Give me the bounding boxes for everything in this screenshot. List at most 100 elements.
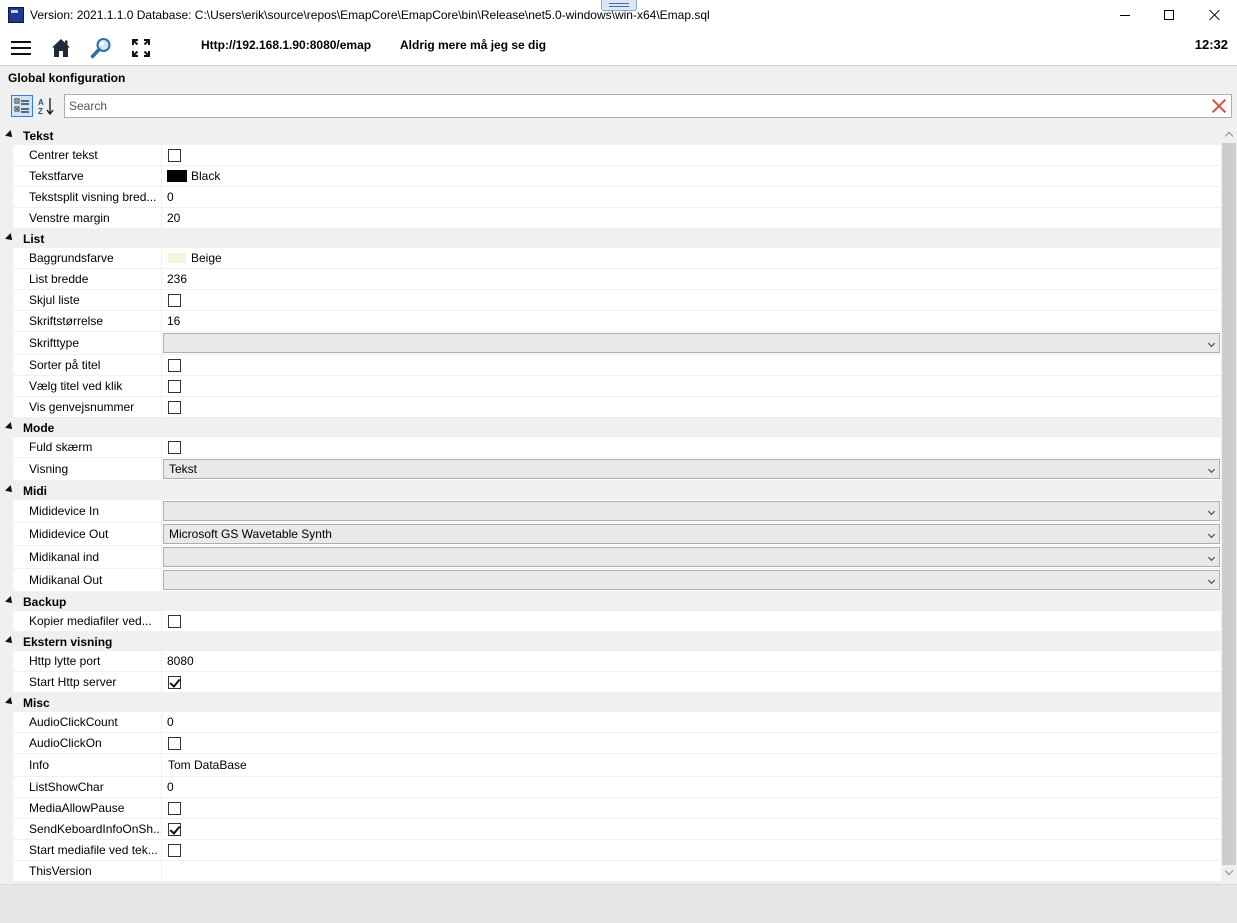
category-midi[interactable]: Midi (0, 481, 1221, 500)
property-row-centrer-tekst[interactable]: Centrer tekst (0, 145, 1221, 166)
checkbox[interactable] (168, 148, 181, 162)
property-row-start-mediafile-ved-tek[interactable]: Start mediafile ved tek... (0, 840, 1221, 861)
property-value[interactable] (161, 840, 1221, 861)
chevron-down-icon[interactable] (1207, 339, 1216, 348)
property-value[interactable] (161, 145, 1221, 166)
checkbox[interactable] (168, 358, 181, 372)
property-value[interactable] (161, 569, 1221, 592)
property-row-midikanal-ind[interactable]: Midikanal ind (0, 546, 1221, 569)
chevron-down-icon[interactable] (1207, 507, 1216, 516)
property-row-vis-genvejsnummer[interactable]: Vis genvejsnummer (0, 397, 1221, 418)
search-button[interactable] (87, 34, 115, 62)
close-button[interactable] (1192, 0, 1237, 30)
property-value[interactable]: 0 (161, 777, 1221, 798)
checkbox[interactable] (168, 801, 181, 815)
property-value[interactable]: Black (161, 166, 1221, 187)
home-button[interactable] (47, 34, 75, 62)
property-value[interactable] (161, 611, 1221, 632)
categorized-view-button[interactable] (11, 95, 33, 117)
scroll-down-icon[interactable] (1221, 865, 1237, 882)
checkbox[interactable] (168, 614, 181, 628)
category-tekst[interactable]: Tekst (0, 126, 1221, 145)
property-row-fuld-sk-rm[interactable]: Fuld skærm (0, 437, 1221, 458)
property-row-v-lg-titel-ved-klik[interactable]: Vælg titel ved klik (0, 376, 1221, 397)
property-value[interactable] (161, 500, 1221, 523)
collapse-triangle-icon[interactable] (5, 130, 15, 140)
scroll-thumb[interactable] (1222, 143, 1236, 865)
search-input[interactable] (65, 95, 1205, 117)
property-value[interactable] (161, 798, 1221, 819)
scroll-up-icon[interactable] (1221, 126, 1237, 143)
chevron-down-icon[interactable] (1207, 530, 1216, 539)
property-row-mediaallowpause[interactable]: MediaAllowPause (0, 798, 1221, 819)
dropdown[interactable]: Microsoft GS Wavetable Synth (163, 524, 1220, 544)
property-row-kopier-mediafiler-ved[interactable]: Kopier mediafiler ved... (0, 611, 1221, 632)
property-value[interactable] (161, 397, 1221, 418)
chevron-down-icon[interactable] (1207, 553, 1216, 562)
checkbox[interactable] (168, 400, 181, 414)
property-value[interactable]: 0 (161, 712, 1221, 733)
property-value[interactable]: Tom DataBase (161, 754, 1221, 777)
property-value[interactable] (161, 861, 1221, 882)
dropdown[interactable] (163, 501, 1220, 521)
property-row-list-bredde[interactable]: List bredde 236 (0, 269, 1221, 290)
property-row-sendkeboardinfoonsh[interactable]: SendKeboardInfoOnSh... (0, 819, 1221, 840)
property-value[interactable] (161, 437, 1221, 458)
property-row-listshowchar[interactable]: ListShowChar 0 (0, 777, 1221, 798)
category-backup[interactable]: Backup (0, 592, 1221, 611)
property-value[interactable]: 20 (161, 208, 1221, 229)
menu-button[interactable] (7, 34, 35, 62)
property-value[interactable] (161, 332, 1221, 355)
collapse-triangle-icon[interactable] (5, 485, 15, 495)
property-row-audioclickcount[interactable]: AudioClickCount 0 (0, 712, 1221, 733)
property-value[interactable]: Tekst (161, 458, 1221, 481)
collapse-triangle-icon[interactable] (5, 233, 15, 243)
property-value[interactable]: Beige (161, 248, 1221, 269)
chevron-down-icon[interactable] (1207, 465, 1216, 474)
maximize-button[interactable] (1146, 0, 1192, 30)
property-row-skrifttype[interactable]: Skrifttype (0, 332, 1221, 355)
dropdown[interactable] (163, 547, 1220, 567)
property-row-http-lytte-port[interactable]: Http lytte port 8080 (0, 651, 1221, 672)
checkbox[interactable] (168, 675, 181, 689)
checkbox[interactable] (168, 293, 181, 307)
dropdown[interactable]: Tekst (163, 459, 1220, 479)
category-list[interactable]: List (0, 229, 1221, 248)
dropdown[interactable] (163, 570, 1220, 590)
drag-handle-icon[interactable] (601, 0, 637, 11)
property-value[interactable]: 0 (161, 187, 1221, 208)
property-row-tekstfarve[interactable]: Tekstfarve Black (0, 166, 1221, 187)
collapse-triangle-icon[interactable] (5, 697, 15, 707)
property-row-mididevice-in[interactable]: Mididevice In (0, 500, 1221, 523)
property-row-audioclickon[interactable]: AudioClickOn (0, 733, 1221, 754)
property-row-midikanal-out[interactable]: Midikanal Out (0, 569, 1221, 592)
alphabetical-sort-button[interactable]: A Z (35, 95, 57, 117)
category-misc[interactable]: Misc (0, 693, 1221, 712)
property-row-mididevice-out[interactable]: Mididevice Out Microsoft GS Wavetable Syn… (0, 523, 1221, 546)
fullscreen-button[interactable] (127, 34, 155, 62)
property-value[interactable]: 8080 (161, 651, 1221, 672)
property-value[interactable]: 16 (161, 311, 1221, 332)
chevron-down-icon[interactable] (1207, 576, 1216, 585)
property-row-visning[interactable]: Visning Tekst (0, 458, 1221, 481)
checkbox[interactable] (168, 440, 181, 454)
property-row-skriftst-rrelse[interactable]: Skriftstørrelse 16 (0, 311, 1221, 332)
checkbox[interactable] (168, 379, 181, 393)
minimize-button[interactable] (1102, 0, 1148, 30)
property-value[interactable]: 236 (161, 269, 1221, 290)
property-value[interactable] (161, 546, 1221, 569)
property-value[interactable]: Microsoft GS Wavetable Synth (161, 523, 1221, 546)
property-value[interactable] (161, 733, 1221, 754)
collapse-triangle-icon[interactable] (5, 596, 15, 606)
property-value[interactable] (161, 819, 1221, 840)
checkbox[interactable] (168, 843, 181, 857)
property-value[interactable] (161, 355, 1221, 376)
property-row-tekstsplit-visning-bred[interactable]: Tekstsplit visning bred... 0 (0, 187, 1221, 208)
property-row-baggrundsfarve[interactable]: Baggrundsfarve Beige (0, 248, 1221, 269)
property-row-info[interactable]: Info Tom DataBase (0, 754, 1221, 777)
dropdown[interactable] (163, 333, 1220, 353)
collapse-triangle-icon[interactable] (5, 636, 15, 646)
property-value[interactable] (161, 672, 1221, 693)
property-value[interactable] (161, 290, 1221, 311)
collapse-triangle-icon[interactable] (5, 422, 15, 432)
